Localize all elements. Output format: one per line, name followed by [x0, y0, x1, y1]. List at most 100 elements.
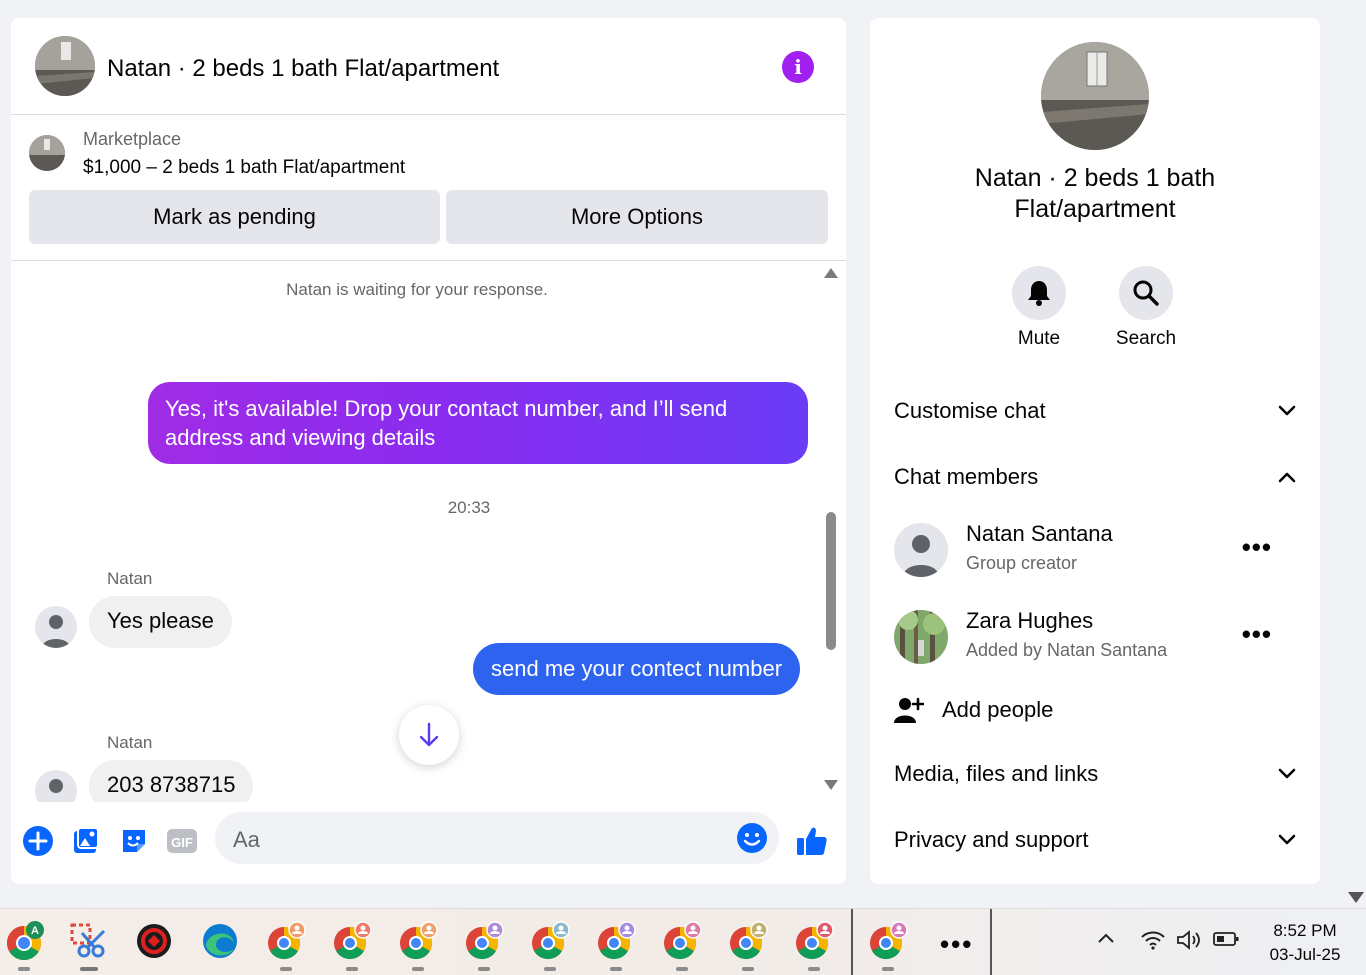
- member-avatar[interactable]: [894, 610, 948, 664]
- sender-name: Natan: [107, 569, 153, 588]
- taskbar-indicator: [478, 967, 490, 971]
- taskbar-divider: [851, 909, 853, 975]
- taskbar-indicator: [808, 967, 820, 971]
- chrome-profile-icon[interactable]: [596, 921, 636, 961]
- taskbar-indicator: [280, 967, 292, 971]
- chrome-profile-icon[interactable]: [794, 921, 834, 961]
- sticker-icon[interactable]: [117, 824, 151, 858]
- taskbar-indicator: [346, 967, 358, 971]
- sender-avatar[interactable]: [35, 606, 77, 648]
- message-input[interactable]: Aa: [215, 812, 779, 864]
- add-person-icon: [894, 697, 924, 723]
- chat-members-section[interactable]: Chat members: [894, 457, 1296, 497]
- chrome-profile-icon[interactable]: [464, 921, 504, 961]
- marketplace-listing: Marketplace $1,000 – 2 beds 1 bath Flat/…: [11, 116, 846, 261]
- member-role: Added by Natan Santana: [966, 640, 1168, 660]
- scroll-up-arrow[interactable]: [824, 268, 838, 278]
- sender-avatar[interactable]: [35, 770, 77, 802]
- taskbar-indicator: [610, 967, 622, 971]
- conversation-title[interactable]: Natan · 2 beds 1 bath Flat/apartment: [107, 55, 499, 83]
- clock-time[interactable]: 8:52 PM: [1262, 921, 1348, 941]
- section-title: Media, files and links: [894, 761, 1099, 786]
- wifi-icon[interactable]: [1140, 929, 1166, 956]
- conversation-info-panel: Natan · 2 beds 1 bath Flat/apartment Mut…: [870, 18, 1320, 884]
- section-title: Chat members: [894, 464, 1039, 489]
- member-name[interactable]: Zara Hughes: [966, 608, 1093, 634]
- outgoing-message[interactable]: send me your contect number: [473, 643, 801, 695]
- search-button[interactable]: Search: [1101, 266, 1191, 350]
- battery-icon[interactable]: [1212, 929, 1240, 954]
- page-scroll-down-arrow[interactable]: [1348, 892, 1364, 903]
- listing-title[interactable]: $1,000 – 2 beds 1 bath Flat/apartment: [83, 157, 405, 179]
- taskbar-indicator: [676, 967, 688, 971]
- chrome-profile-icon[interactable]: [662, 921, 702, 961]
- more-options-button[interactable]: More Options: [446, 190, 828, 244]
- taskbar-indicator: [544, 967, 556, 971]
- chrome-profile-icon[interactable]: [266, 921, 306, 961]
- chrome-profile-icon[interactable]: [530, 921, 570, 961]
- chevron-down-icon: [1278, 834, 1296, 845]
- listing-thumbnail[interactable]: [29, 135, 65, 171]
- chevron-up-icon: [1278, 472, 1296, 483]
- snipping-tool-icon[interactable]: [70, 921, 110, 961]
- emoji-icon[interactable]: [736, 822, 768, 854]
- member-role: Group creator: [966, 553, 1078, 573]
- profile-badge: A: [31, 925, 39, 937]
- member-avatar[interactable]: [894, 523, 948, 577]
- media-files-links-section[interactable]: Media, files and links: [894, 754, 1296, 794]
- more-options-icon[interactable]: •••: [1242, 534, 1272, 560]
- gif-icon[interactable]: GIF: [165, 824, 199, 858]
- outgoing-message[interactable]: Yes, it's available! Drop your contact n…: [148, 382, 808, 464]
- volume-icon[interactable]: [1176, 929, 1204, 956]
- gif-label: GIF: [171, 835, 193, 850]
- mute-button[interactable]: Mute: [994, 266, 1084, 350]
- taskbar: A ••• 8:52 PM 03-Jul-25: [0, 908, 1366, 975]
- add-people-button[interactable]: Add people: [894, 690, 1053, 730]
- clock-date[interactable]: 03-Jul-25: [1262, 945, 1348, 965]
- chat-header: Natan · 2 beds 1 bath Flat/apartment i: [11, 18, 846, 115]
- chrome-profile-icon[interactable]: [868, 921, 908, 961]
- info-avatar[interactable]: [1041, 42, 1149, 150]
- photo-icon[interactable]: [69, 824, 103, 858]
- chat-panel: Natan · 2 beds 1 bath Flat/apartment i M…: [11, 18, 846, 884]
- arrow-down-icon: [419, 722, 439, 747]
- info-title: Natan · 2 beds 1 bath Flat/apartment: [974, 164, 1216, 223]
- more-apps-icon[interactable]: •••: [940, 929, 973, 960]
- chrome-profile-icon[interactable]: [398, 921, 438, 961]
- thumbs-up-icon[interactable]: [795, 824, 829, 858]
- chrome-profile-icon[interactable]: [728, 921, 768, 961]
- message-input-placeholder: Aa: [233, 827, 260, 852]
- taskbar-indicator: [882, 967, 894, 971]
- chevron-up-icon[interactable]: [1096, 929, 1116, 954]
- conversation-avatar[interactable]: [35, 36, 95, 96]
- plus-icon[interactable]: [21, 824, 55, 858]
- customise-chat-section[interactable]: Customise chat: [894, 391, 1296, 431]
- privacy-support-section[interactable]: Privacy and support: [894, 820, 1296, 860]
- member-row[interactable]: Natan Santana Group creator •••: [894, 521, 1296, 581]
- listing-source: Marketplace: [83, 129, 182, 149]
- taskbar-indicator: [742, 967, 754, 971]
- incoming-message[interactable]: 203 8738715: [89, 760, 254, 802]
- chevron-down-icon: [1278, 768, 1296, 779]
- taskbar-indicator: [18, 967, 30, 971]
- scroll-down-arrow[interactable]: [824, 780, 838, 790]
- message-list[interactable]: Natan is waiting for your response. Yes,…: [11, 262, 846, 802]
- scroll-to-bottom-button[interactable]: [399, 705, 459, 765]
- info-icon[interactable]: i: [782, 51, 814, 83]
- more-options-icon[interactable]: •••: [1242, 621, 1272, 647]
- taskbar-indicator: [80, 967, 98, 971]
- chevron-down-icon: [1278, 405, 1296, 416]
- mark-as-pending-button[interactable]: Mark as pending: [29, 190, 440, 244]
- chrome-icon[interactable]: A: [4, 921, 44, 961]
- taskbar-divider: [990, 909, 992, 975]
- edge-icon[interactable]: [200, 921, 240, 961]
- chrome-profile-icon[interactable]: [332, 921, 372, 961]
- section-title: Customise chat: [894, 398, 1046, 423]
- bell-icon: [1012, 266, 1066, 320]
- app-red-icon[interactable]: [134, 921, 174, 961]
- incoming-message[interactable]: Yes please: [89, 596, 232, 648]
- scrollbar-thumb[interactable]: [826, 512, 836, 650]
- mute-label: Mute: [1017, 328, 1061, 349]
- member-name[interactable]: Natan Santana: [966, 521, 1113, 547]
- member-row[interactable]: Zara Hughes Added by Natan Santana •••: [894, 608, 1296, 668]
